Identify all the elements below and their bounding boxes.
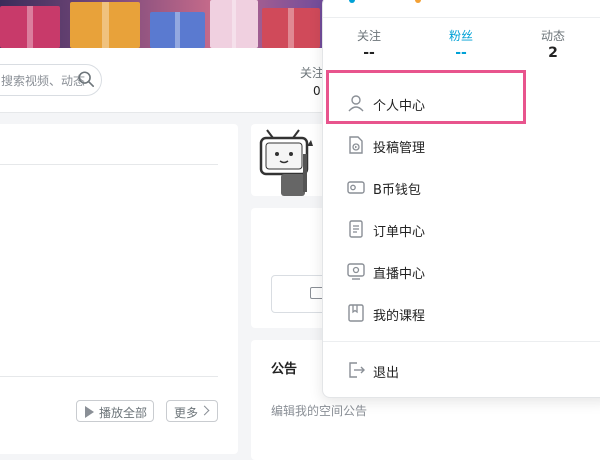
more-button[interactable]: 更多 — [166, 400, 218, 422]
search-input[interactable]: 搜索视频、动态 — [1, 72, 85, 89]
search-box[interactable]: 搜索视频、动态 — [0, 64, 102, 96]
stat-value: -- — [455, 45, 467, 61]
menu-item-logout[interactable]: 退出 — [323, 350, 600, 390]
play-all-button[interactable]: 播放全部 — [76, 400, 154, 422]
stat-dynamics[interactable]: 动态 2 — [513, 27, 593, 61]
banner-gift — [210, 0, 258, 48]
play-all-label: 播放全部 — [99, 406, 148, 420]
level-dot — [415, 0, 421, 3]
banner-gift — [262, 8, 320, 48]
menu-item-label: 退出 — [373, 366, 400, 381]
highlight-annotation — [326, 70, 526, 124]
menu-item-label: 投稿管理 — [373, 141, 426, 156]
wallet-icon — [347, 181, 365, 194]
menu-item-courses[interactable]: 我的课程 — [323, 293, 600, 333]
stat-label: 关注 — [356, 29, 381, 43]
banner-gift — [70, 2, 140, 48]
nav-follow-count: 0 — [313, 84, 321, 98]
course-icon — [348, 304, 364, 322]
divider — [0, 164, 218, 165]
nav-follow-label[interactable]: 关注 — [300, 64, 324, 81]
notice-edit-link[interactable]: 编辑我的空间公告 — [271, 402, 367, 419]
divider — [0, 376, 218, 377]
menu-item-orders[interactable]: 订单中心 — [323, 209, 600, 249]
banner-gift — [0, 6, 60, 48]
order-icon — [349, 220, 363, 238]
menu-item-label: B币钱包 — [373, 183, 421, 198]
menu-item-live[interactable]: 直播中心 — [323, 251, 600, 291]
level-dot — [349, 0, 355, 3]
live-icon — [347, 263, 365, 280]
menu-item-label: 订单中心 — [373, 225, 426, 240]
more-label: 更多 — [174, 406, 199, 420]
menu-item-label: 直播中心 — [373, 267, 426, 282]
stat-value: -- — [363, 45, 375, 61]
user-dropdown-menu: 关注 -- 粉丝 -- 动态 2 个人中心 投稿管理 B币钱包 订单中心 直播中… — [322, 0, 600, 398]
stat-following[interactable]: 关注 -- — [329, 27, 409, 61]
banner-gift — [150, 12, 205, 48]
stat-value: 2 — [548, 45, 558, 61]
logout-icon — [349, 362, 365, 378]
chevron-right-icon — [199, 405, 210, 416]
upload-manage-icon — [349, 136, 363, 154]
search-icon[interactable] — [77, 70, 95, 88]
stat-followers[interactable]: 粉丝 -- — [421, 27, 501, 61]
menu-item-label: 我的课程 — [373, 309, 426, 324]
stat-label: 粉丝 — [448, 29, 473, 43]
play-icon — [85, 406, 94, 418]
divider — [323, 341, 600, 342]
main-content-panel: 播放全部 更多 — [0, 124, 238, 454]
notice-title: 公告 — [271, 362, 298, 377]
divider — [323, 17, 600, 18]
stat-label: 动态 — [540, 29, 565, 43]
menu-item-upload-manage[interactable]: 投稿管理 — [323, 125, 600, 165]
menu-item-wallet[interactable]: B币钱包 — [323, 167, 600, 207]
